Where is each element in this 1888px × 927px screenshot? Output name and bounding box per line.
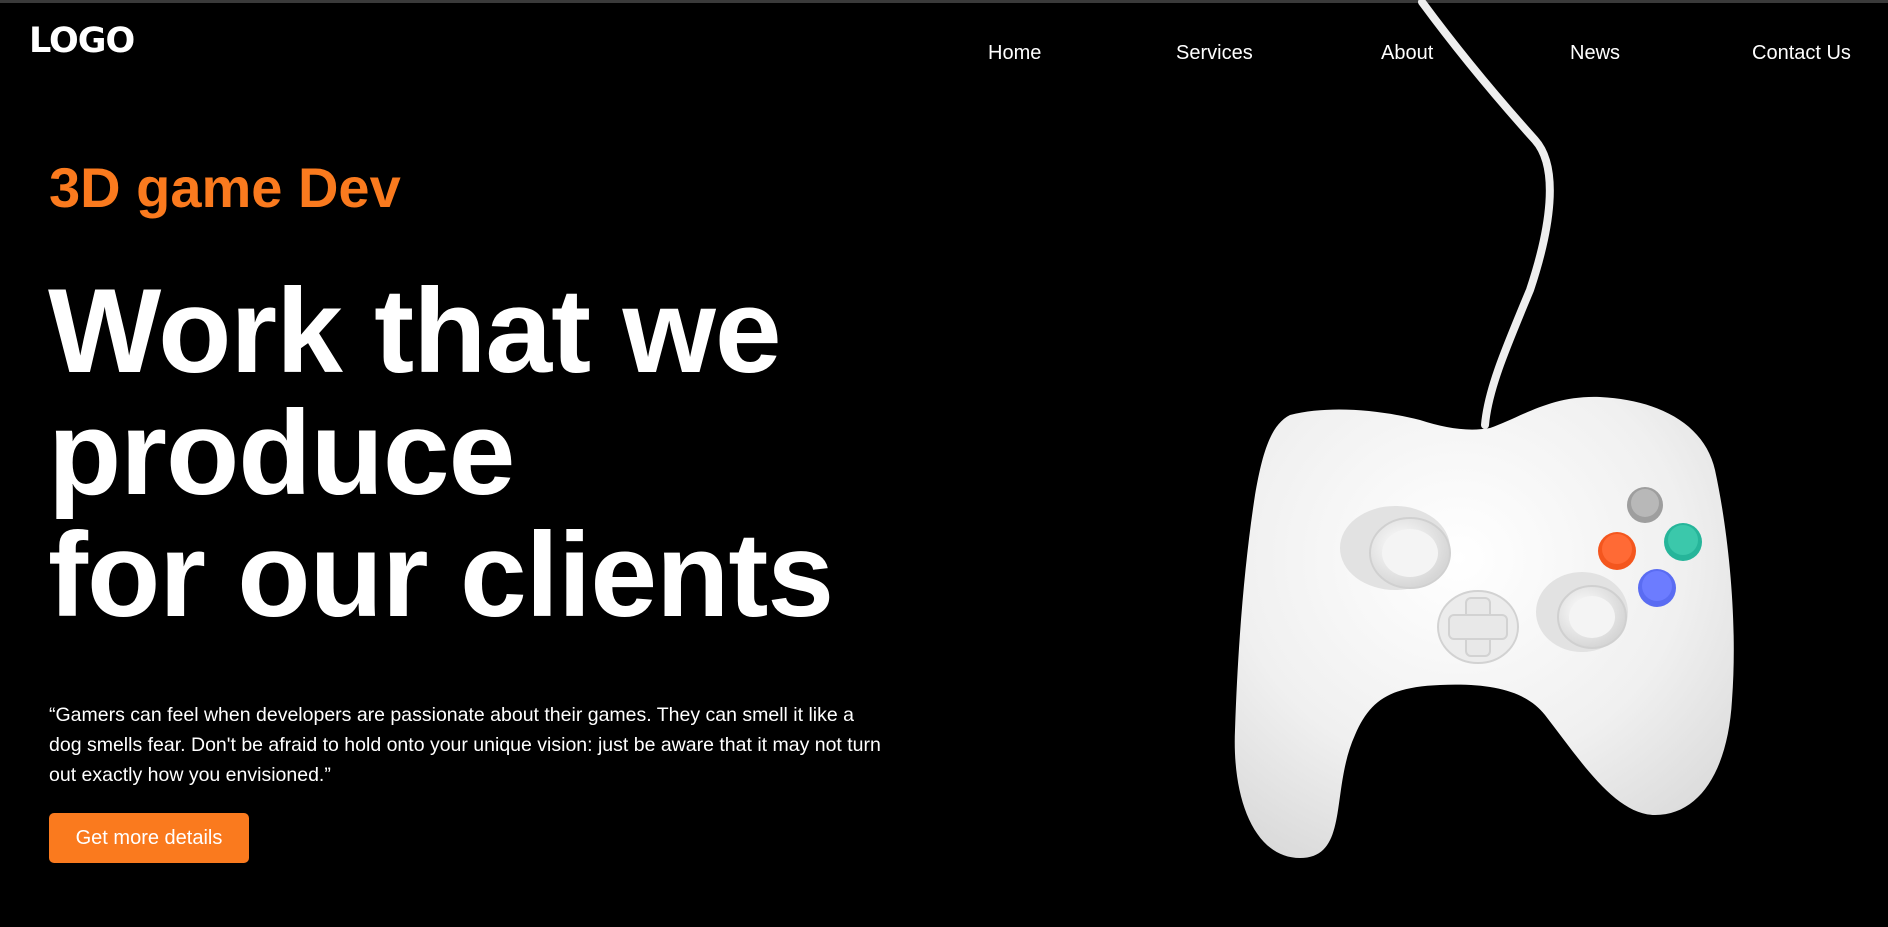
get-more-details-button[interactable]: Get more details [49, 813, 249, 863]
hero-quote: “Gamers can feel when developers are pas… [49, 704, 881, 786]
nav-contact-us-link[interactable]: Contact Us [1752, 41, 1851, 65]
headline-line-2: produce [48, 386, 515, 520]
headline-line-1: Work that we [48, 264, 782, 398]
left-analog-stick [1340, 506, 1451, 590]
headline-line-3: for our clients [48, 508, 834, 642]
right-analog-stick [1536, 572, 1628, 652]
controller-cable [1418, 0, 1554, 429]
hero-eyebrow: 3D game Dev [49, 156, 401, 219]
nav-home-link[interactable]: Home [988, 41, 1041, 65]
dpad [1437, 590, 1519, 664]
hero-headline: Work that we produce for our clients [48, 264, 834, 642]
landing-page: LOGO Home Services About News Contact Us… [0, 0, 1888, 927]
game-controller-icon [1234, 0, 1734, 858]
